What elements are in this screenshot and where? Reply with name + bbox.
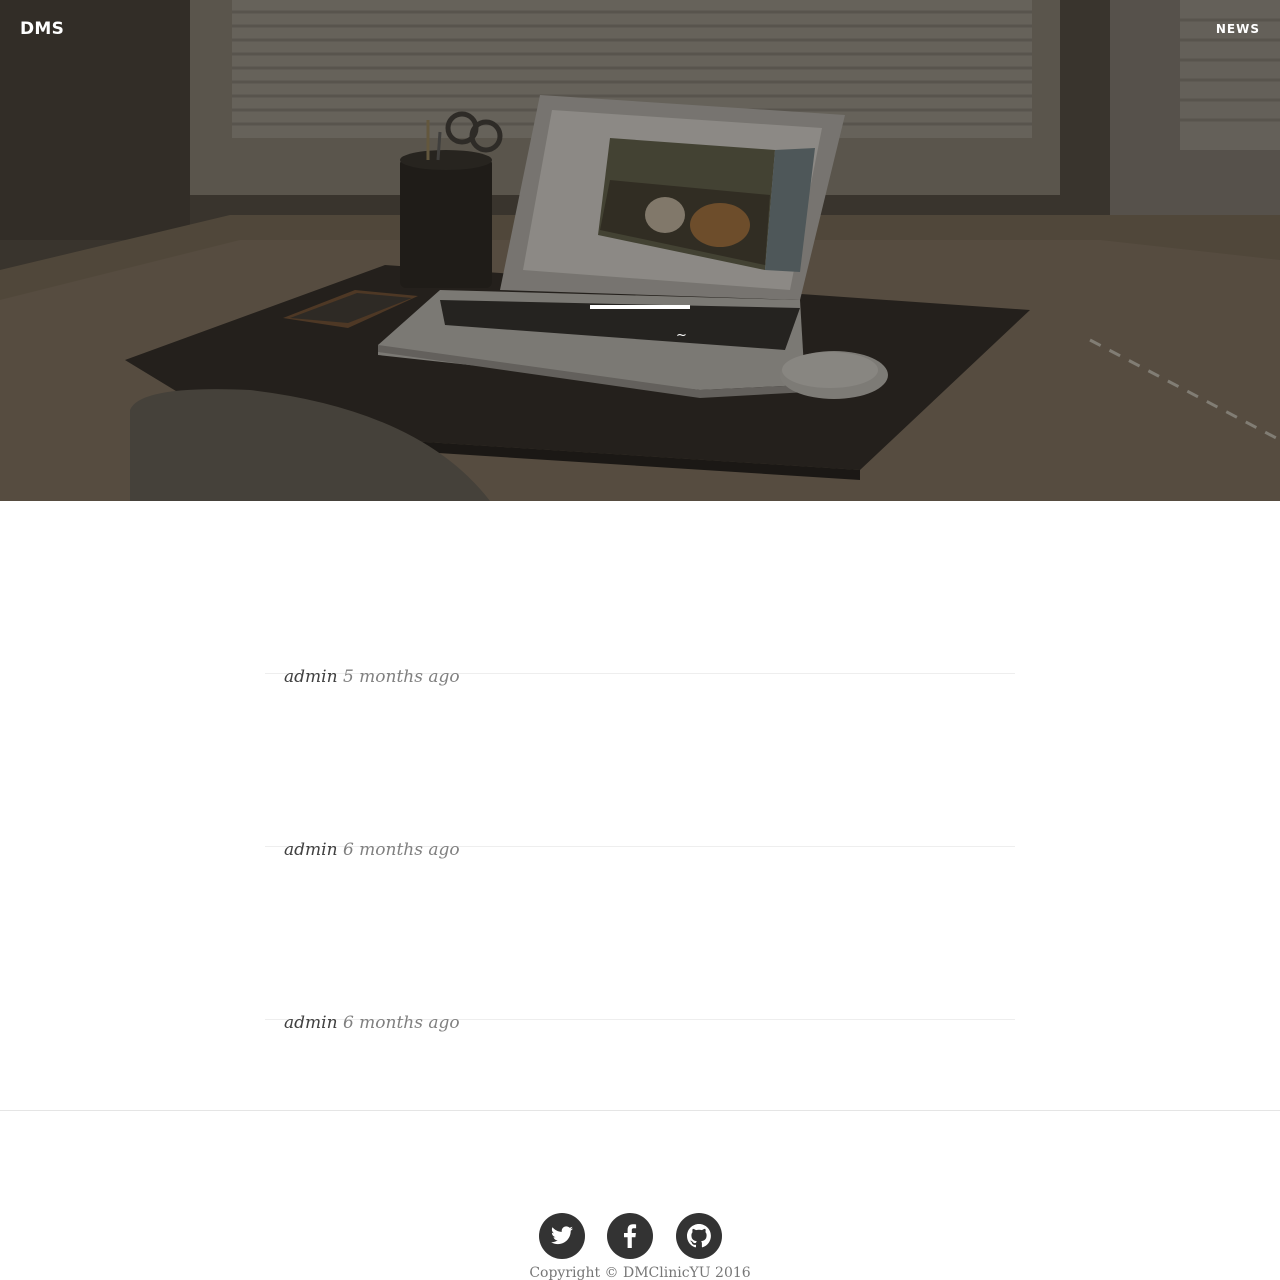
hero-subheading: ~: [676, 328, 687, 343]
post-preview: admin 6 months ago: [265, 847, 1015, 1033]
github-icon: [687, 1224, 711, 1248]
twitter-icon: [551, 1226, 573, 1245]
post-preview: admin 6 months ago: [265, 674, 1015, 860]
hero-background-image: [0, 0, 1280, 501]
post-time: 6 months ago: [342, 1013, 460, 1033]
twitter-link[interactable]: [539, 1213, 585, 1259]
facebook-icon: [624, 1224, 637, 1248]
hero-header: DMS NEWS ~: [0, 0, 1280, 501]
hero-divider: [590, 305, 690, 309]
brand-link[interactable]: DMS: [20, 19, 64, 39]
post-title-link[interactable]: [265, 847, 1015, 957]
nav-link-news[interactable]: NEWS: [1216, 22, 1260, 36]
footer: Copyright © DMClinicYU 2016: [0, 1110, 1280, 1280]
navbar: DMS NEWS: [0, 0, 1280, 60]
post-list: admin 5 months ago admin 6 months ago ad…: [265, 501, 1015, 1033]
post-preview: admin 5 months ago: [265, 501, 1015, 687]
post-meta: admin 6 months ago: [284, 1013, 460, 1033]
post-author-link[interactable]: admin: [284, 1013, 338, 1033]
copyright-text: Copyright © DMClinicYU 2016: [529, 1265, 751, 1280]
post-title-link[interactable]: [265, 501, 1015, 611]
github-link[interactable]: [676, 1213, 722, 1259]
post-title-link[interactable]: [265, 674, 1015, 784]
facebook-link[interactable]: [607, 1213, 653, 1259]
